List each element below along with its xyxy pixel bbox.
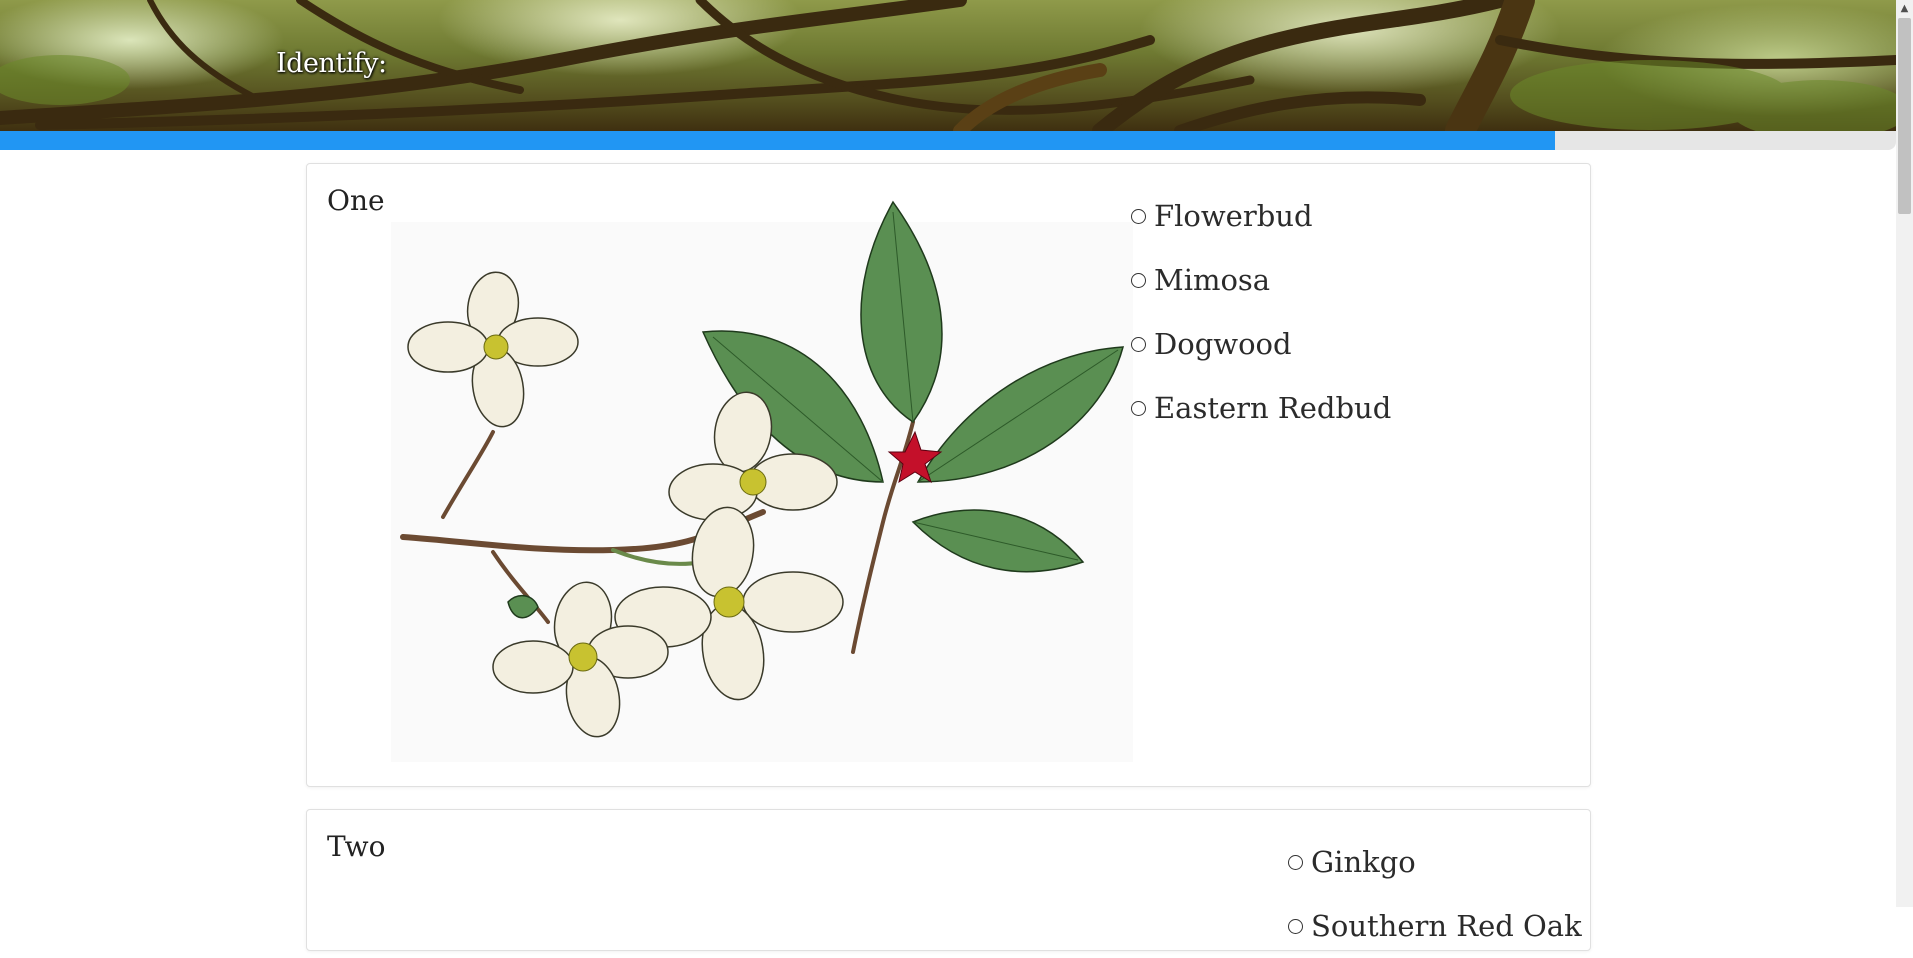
option-label: Flowerbud	[1154, 199, 1313, 233]
option-ginkgo[interactable]: Ginkgo	[1288, 830, 1582, 894]
question-title: One	[327, 184, 385, 217]
option-eastern-redbud[interactable]: Eastern Redbud	[1131, 376, 1391, 440]
option-label: Ginkgo	[1311, 845, 1416, 879]
header-banner: Identify:	[0, 0, 1896, 131]
progress-bar-fill	[0, 131, 1555, 150]
scroll-up-arrow-icon[interactable]: ▲	[1896, 0, 1913, 17]
radio-button[interactable]	[1131, 208, 1146, 224]
radio-button[interactable]	[1131, 272, 1146, 288]
page-title: Identify:	[276, 48, 387, 79]
option-flowerbud[interactable]: Flowerbud	[1131, 184, 1391, 248]
answer-options: Ginkgo Southern Red Oak	[1288, 830, 1582, 958]
question-title: Two	[327, 830, 386, 863]
option-label: Dogwood	[1154, 327, 1292, 361]
question-card-one: One Flowerbud Mimosa Dogwood Eastern Red…	[306, 163, 1591, 787]
radio-button[interactable]	[1131, 336, 1146, 352]
answer-options: Flowerbud Mimosa Dogwood Eastern Redbud	[1131, 184, 1391, 440]
radio-button[interactable]	[1288, 854, 1303, 870]
option-mimosa[interactable]: Mimosa	[1131, 248, 1391, 312]
scrollbar-thumb[interactable]	[1898, 18, 1911, 214]
option-label: Mimosa	[1154, 263, 1271, 297]
dogwood-illustration	[391, 200, 1133, 762]
page-scrollbar[interactable]: ▲	[1896, 0, 1913, 907]
option-label: Eastern Redbud	[1154, 391, 1392, 425]
radio-button[interactable]	[1131, 400, 1146, 416]
option-southern-red-oak[interactable]: Southern Red Oak	[1288, 894, 1582, 958]
radio-button[interactable]	[1288, 918, 1303, 934]
question-card-two: Two Ginkgo Southern Red Oak	[306, 809, 1591, 951]
progress-bar	[0, 131, 1896, 150]
option-label: Southern Red Oak	[1311, 909, 1582, 943]
option-dogwood[interactable]: Dogwood	[1131, 312, 1391, 376]
